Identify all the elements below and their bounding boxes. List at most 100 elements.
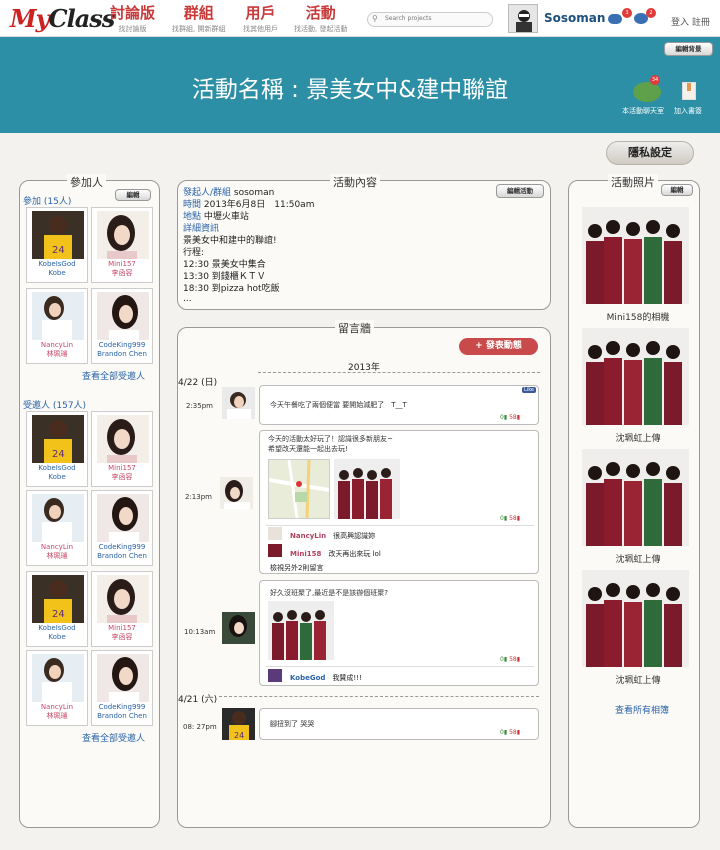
group-photo[interactable]	[334, 459, 400, 519]
svg-text:24: 24	[52, 609, 65, 620]
user-card[interactable]: 24 KobeIsGod Kobe	[26, 207, 88, 283]
user-card[interactable]: Mini157 李函容	[91, 207, 153, 283]
post-text: 腳扭到了 哭哭	[270, 720, 315, 728]
comment-user[interactable]: Mini158	[290, 550, 321, 558]
nav-forum-label: 討論版	[110, 4, 156, 22]
user-card[interactable]: Mini157 李函容	[91, 571, 153, 647]
user-realname: Kobe	[48, 473, 66, 481]
edit-event-button[interactable]: 編輯活動	[496, 184, 544, 198]
user-card[interactable]: CodeKing999 Brandon Chen	[91, 490, 153, 566]
comment-avatar[interactable]	[268, 544, 282, 557]
svg-text:24: 24	[234, 731, 244, 740]
photo-caption: 沈珮虹上傳	[615, 676, 661, 686]
participants-title: 參加人	[67, 174, 106, 190]
vote-counts[interactable]: 0▮ 58▮	[500, 729, 520, 736]
user-card[interactable]: 24 KobeIsGod Kobe	[26, 411, 88, 487]
login-register-link[interactable]: 登入 註冊	[671, 15, 710, 28]
post-status-button[interactable]: + 發表動態	[459, 338, 538, 355]
user-realname: 李函容	[111, 473, 133, 481]
see-all-invited-link-1[interactable]: 查看全部受邀人	[82, 369, 145, 382]
edit-photos-button[interactable]: 編輯	[661, 184, 693, 196]
group-photo[interactable]	[268, 601, 334, 660]
post-avatar[interactable]	[222, 387, 255, 419]
bookmark-icon[interactable]	[682, 82, 696, 100]
view-more-comments-link[interactable]: 檢視另外2則留言	[270, 563, 323, 573]
user-nickname: NancyLin	[40, 703, 74, 711]
nav-users[interactable]: 用戶 找其他用戶	[243, 5, 278, 34]
album-photo[interactable]	[582, 207, 689, 304]
vote-counts[interactable]: 0▮ 58▮	[500, 515, 520, 522]
time-value: 2013年6月8日 11:50am	[203, 200, 315, 210]
avatar[interactable]	[508, 4, 538, 33]
comment-avatar[interactable]	[268, 527, 282, 540]
time-key: 時間	[183, 200, 202, 210]
album-photo[interactable]	[582, 449, 689, 546]
place-key: 地點	[183, 212, 202, 222]
chat-icon[interactable]	[633, 82, 661, 102]
like-button[interactable]: Like	[522, 387, 536, 393]
edit-participants-button[interactable]: 編輯	[115, 189, 151, 201]
user-nickname: KobeIsGod	[38, 260, 76, 268]
user-photo: 24	[32, 575, 84, 623]
photos-title: 活動照片	[608, 174, 658, 190]
user-card[interactable]: NancyLin 林珮璿	[26, 288, 88, 364]
search-placeholder: Search projects	[385, 15, 432, 22]
wall-title: 留言牆	[335, 320, 374, 336]
post-avatar[interactable]	[220, 477, 253, 509]
post-time: 2:35pm	[186, 402, 213, 410]
see-all-invited-link-2[interactable]: 查看全部受邀人	[82, 731, 145, 744]
user-photo	[97, 494, 149, 542]
organizer-value[interactable]: sosoman	[234, 188, 274, 198]
user-realname: 林珮璿	[46, 712, 68, 720]
username[interactable]: Sosoman	[544, 11, 605, 25]
user-realname: 林珮璿	[46, 552, 68, 560]
user-card[interactable]: Mini157 李函容	[91, 411, 153, 487]
nav-events-sub: 找活動, 發起活動	[294, 25, 348, 33]
user-card[interactable]: CodeKing999 Brandon Chen	[91, 288, 153, 364]
nav-events[interactable]: 活動 找活動, 發起活動	[294, 5, 347, 34]
album-photo[interactable]	[582, 570, 689, 667]
page-title: 活動名稱 : 景美女中&建中聯誼	[191, 77, 509, 103]
nav-forum-sub: 找討論版	[118, 25, 147, 33]
map-image[interactable]	[268, 459, 330, 519]
comment-text: 我贊成!!!	[332, 674, 362, 682]
logo[interactable]: MyClass	[10, 4, 115, 33]
see-all-albums-link[interactable]: 查看所有相簿	[615, 703, 669, 716]
bookmark-label[interactable]: 加入書簽	[674, 106, 702, 116]
nav-forum[interactable]: 討論版 找討論版	[110, 5, 155, 34]
user-nickname: Mini157	[108, 260, 136, 268]
nav-users-sub: 找其他用戶	[243, 25, 278, 33]
chat-label[interactable]: 本活動聊天室	[622, 106, 664, 116]
user-photo	[32, 494, 84, 542]
detail-line: ...	[183, 294, 192, 304]
comment-avatar[interactable]	[268, 669, 282, 682]
date-label-1: 4/22 (日)	[178, 378, 218, 388]
nav-groups[interactable]: 群組 找群組, 開新群組	[172, 5, 225, 34]
downvote-count: 58	[509, 414, 517, 421]
nav-events-label: 活動	[305, 4, 336, 22]
downvote-count: 58	[509, 515, 517, 522]
user-card[interactable]: CodeKing999 Brandon Chen	[91, 650, 153, 726]
detail-line: 12:30 景美女中集合	[183, 260, 266, 270]
joined-label: 參加 (15人)	[23, 197, 72, 207]
comment-user[interactable]: NancyLin	[290, 532, 326, 540]
user-realname: Brandon Chen	[97, 552, 147, 560]
edit-background-button[interactable]: 編輯背景	[664, 42, 713, 56]
post-avatar[interactable]: 24	[222, 708, 255, 740]
upvote-icon: ▮	[503, 515, 508, 522]
search-input[interactable]: ⚲ Search projects	[367, 12, 493, 27]
user-card[interactable]: 24 KobeIsGod Kobe	[26, 571, 88, 647]
user-card[interactable]: NancyLin 林珮璿	[26, 650, 88, 726]
friends-icon[interactable]	[608, 14, 622, 24]
user-card[interactable]: NancyLin 林珮璿	[26, 490, 88, 566]
user-nickname: CodeKing999	[98, 703, 146, 711]
comment-user[interactable]: KobeGod	[290, 674, 325, 682]
user-photo: 24	[32, 211, 84, 259]
album-photo[interactable]	[582, 328, 689, 425]
downvote-icon: ▮	[516, 729, 521, 736]
user-photo	[97, 211, 149, 259]
vote-counts[interactable]: 0▮ 58▮	[500, 414, 520, 421]
post-avatar[interactable]	[222, 612, 255, 644]
vote-counts[interactable]: 0▮ 58▮	[500, 656, 520, 663]
privacy-settings-button[interactable]: 隱私設定	[606, 141, 694, 165]
